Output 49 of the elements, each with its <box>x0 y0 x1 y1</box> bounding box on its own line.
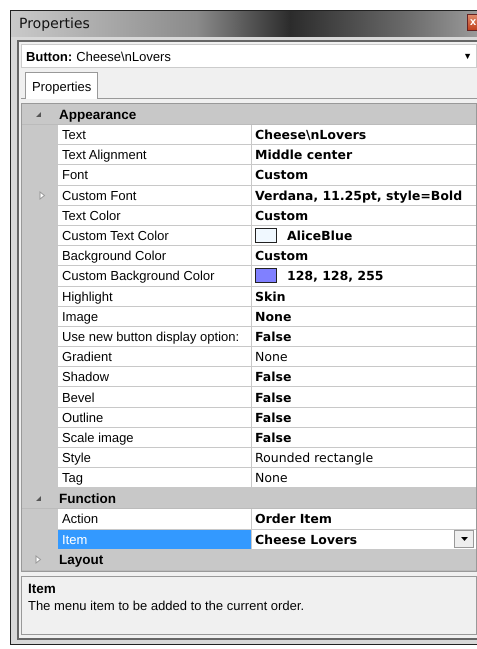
collapse-icon[interactable] <box>34 110 43 118</box>
property-value[interactable]: Custom <box>255 167 308 182</box>
property-name[interactable]: Gradient <box>58 347 252 366</box>
property-name[interactable]: Shadow <box>58 367 252 386</box>
category-label[interactable]: Appearance <box>59 106 136 122</box>
property-name[interactable]: Use new button display option: <box>58 326 252 346</box>
property-name[interactable]: Text <box>58 125 252 144</box>
property-name[interactable]: Font <box>58 165 252 185</box>
property-name[interactable]: Custom Text Color <box>58 226 252 246</box>
property-name[interactable]: Custom Font <box>58 186 252 205</box>
close-button[interactable]: x <box>467 14 477 31</box>
help-description: The menu item to be added to the current order. <box>28 598 304 613</box>
expand-icon[interactable] <box>38 190 46 200</box>
help-title: Item <box>28 580 56 596</box>
caret-icon <box>460 537 468 542</box>
property-name[interactable]: Tag <box>58 468 252 488</box>
property-value[interactable]: None <box>255 349 288 364</box>
property-name[interactable]: Scale image <box>58 428 252 447</box>
object-type-label: Button: <box>26 48 72 64</box>
dropdown-arrow[interactable]: ▼ <box>463 51 476 61</box>
property-name[interactable]: Image <box>58 306 252 326</box>
category-label[interactable]: Function <box>59 490 116 506</box>
property-name[interactable]: Style <box>58 448 252 468</box>
property-name[interactable]: Highlight <box>58 286 252 306</box>
property-value[interactable]: False <box>255 328 292 344</box>
category-label[interactable]: Layout <box>59 552 104 568</box>
property-value[interactable]: Custom <box>255 208 308 223</box>
property-name[interactable]: Outline <box>58 408 252 427</box>
expand-icon[interactable] <box>34 555 43 564</box>
collapse-icon[interactable] <box>34 494 43 503</box>
property-value[interactable]: False <box>255 430 292 445</box>
property-value[interactable]: None <box>255 470 288 486</box>
property-value[interactable]: False <box>255 369 292 384</box>
dropdown-button[interactable] <box>454 530 474 548</box>
property-name[interactable]: Action <box>58 509 252 529</box>
property-name[interactable]: Background Color <box>58 246 252 266</box>
window-title: Properties <box>19 16 90 32</box>
property-name[interactable]: Text Alignment <box>58 145 252 164</box>
property-value[interactable]: Skin <box>255 288 286 304</box>
property-name[interactable]: Bevel <box>58 387 252 407</box>
object-selector[interactable]: Button: Cheese\nLovers ▼ <box>21 44 477 68</box>
property-value[interactable]: False <box>255 410 292 425</box>
tab[interactable]: Properties <box>25 72 98 99</box>
property-value[interactable]: Custom <box>255 248 308 264</box>
property-name[interactable]: Custom Background Color <box>58 266 252 286</box>
object-name: Cheese\nLovers <box>76 48 172 64</box>
property-value[interactable]: False <box>255 390 292 405</box>
property-value[interactable]: None <box>255 308 292 324</box>
property-name[interactable]: Text Color <box>58 206 252 225</box>
